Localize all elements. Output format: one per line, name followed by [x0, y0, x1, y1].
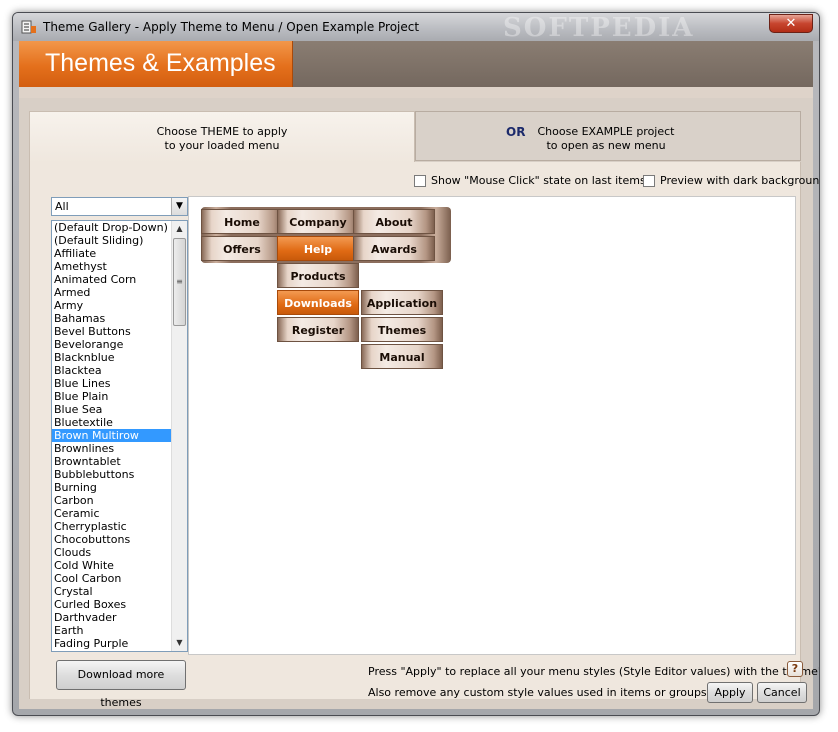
theme-list-item[interactable]: Ceramic — [52, 507, 172, 520]
theme-list-item[interactable]: Bluetextile — [52, 416, 172, 429]
theme-list-item[interactable]: Crystal — [52, 585, 172, 598]
choose-example-line2: to open as new menu — [546, 139, 666, 152]
theme-list-item[interactable]: Armed — [52, 286, 172, 299]
choose-theme-line1: Choose THEME to apply — [156, 125, 288, 138]
theme-list-item[interactable]: Amethyst — [52, 260, 172, 273]
menu-item-manual[interactable]: Manual — [361, 344, 443, 369]
menu-item-application[interactable]: Application — [361, 290, 443, 315]
theme-list-item[interactable]: Carbon — [52, 494, 172, 507]
close-button[interactable]: ✕ — [769, 14, 813, 33]
choose-theme-line2: to your loaded menu — [164, 139, 280, 152]
theme-list-item[interactable]: Animated Corn — [52, 273, 172, 286]
tab-choose-example[interactable]: OR Choose EXAMPLE project to open as new… — [415, 111, 801, 161]
theme-list-item[interactable]: Bahamas — [52, 312, 172, 325]
menu-item-help[interactable]: Help — [277, 236, 359, 261]
theme-list-item[interactable]: Brownlines — [52, 442, 172, 455]
theme-list[interactable]: (Default Drop-Down) (Default Sliding) Affi… — [51, 220, 188, 652]
theme-list-item[interactable]: Bevel Buttons — [52, 325, 172, 338]
remove-custom-styles-label: Also remove any custom style values used… — [368, 686, 711, 699]
page-title: Themes & Examples — [45, 49, 276, 77]
theme-list-item[interactable]: Affiliate — [52, 247, 172, 260]
dark-bg-checkbox[interactable] — [643, 174, 655, 187]
menu-item-home[interactable]: Home — [201, 209, 283, 234]
menu-item-offers[interactable]: Offers — [201, 236, 283, 261]
scroll-thumb[interactable]: ≡ — [173, 238, 186, 326]
header-banner: Themes & Examples — [19, 41, 813, 98]
theme-list-item[interactable]: Blue Sea — [52, 403, 172, 416]
app-icon — [21, 20, 36, 34]
scroll-up-icon[interactable]: ▲ — [172, 221, 187, 237]
help-icon[interactable]: ? — [787, 661, 803, 677]
theme-list-item[interactable]: Clouds — [52, 546, 172, 559]
theme-list-item[interactable]: Brown Multirow — [52, 429, 172, 442]
menu-item-awards[interactable]: Awards — [353, 236, 435, 261]
mouse-click-label: Show "Mouse Click" state on last items — [431, 174, 646, 187]
cancel-button[interactable]: Cancel — [757, 682, 807, 703]
dark-bg-option[interactable]: Preview with dark background — [643, 174, 820, 187]
theme-list-item[interactable]: (Default Drop-Down) — [52, 221, 172, 234]
theme-list-item[interactable]: Blue Lines — [52, 377, 172, 390]
theme-list-item[interactable]: Cool Carbon — [52, 572, 172, 585]
theme-list-item[interactable]: Blue Plain — [52, 390, 172, 403]
theme-list-item[interactable]: (Default Sliding) — [52, 234, 172, 247]
menu-item-about[interactable]: About — [353, 209, 435, 234]
chevron-down-icon[interactable]: ▼ — [171, 198, 187, 215]
client-area: Themes & Examples Choose THEME to apply … — [19, 41, 819, 709]
theme-filter-select[interactable]: All ▼ — [51, 197, 188, 216]
menu-item-themes[interactable]: Themes — [361, 317, 443, 342]
window-title: Theme Gallery - Apply Theme to Menu / Op… — [43, 20, 420, 34]
title-bar[interactable]: Theme Gallery - Apply Theme to Menu / Op… — [13, 13, 819, 43]
theme-list-item[interactable]: Burning — [52, 481, 172, 494]
menu-item-products[interactable]: Products — [277, 263, 359, 288]
theme-list-item[interactable]: Cold White — [52, 559, 172, 572]
apply-button[interactable]: Apply — [707, 682, 753, 703]
menu-item-downloads[interactable]: Downloads — [277, 290, 359, 315]
theme-list-item[interactable]: Cherryplastic — [52, 520, 172, 533]
remove-custom-styles-option: Also remove any custom style values used… — [368, 686, 729, 699]
theme-list-item[interactable]: Blacknblue — [52, 351, 172, 364]
theme-list-item[interactable]: Fading Purple — [52, 637, 172, 650]
filter-value: All — [55, 200, 69, 213]
menu-preview: Home Company About Offers Help Awards Pr… — [188, 196, 796, 655]
theme-list-item[interactable]: Darthvader — [52, 611, 172, 624]
softpedia-watermark: SOFTPEDIA — [503, 13, 695, 43]
scroll-down-icon[interactable]: ▼ — [172, 635, 187, 651]
theme-list-item[interactable]: Bevelorange — [52, 338, 172, 351]
menu-item-register[interactable]: Register — [277, 317, 359, 342]
theme-gallery-window: Theme Gallery - Apply Theme to Menu / Op… — [12, 12, 820, 716]
mouse-click-option[interactable]: Show "Mouse Click" state on last items — [414, 174, 646, 187]
theme-panel: Show "Mouse Click" state on last items P… — [29, 162, 819, 709]
apply-note: Press "Apply" to replace all your menu s… — [368, 665, 820, 678]
theme-list-item[interactable]: Chocobuttons — [52, 533, 172, 546]
theme-list-item[interactable]: Bubblebuttons — [52, 468, 172, 481]
mouse-click-checkbox[interactable] — [414, 174, 426, 187]
choose-example-text: Choose EXAMPLE project to open as new me… — [526, 125, 686, 153]
header-tab: Themes & Examples — [19, 41, 293, 87]
theme-list-item[interactable]: Army — [52, 299, 172, 312]
theme-list-items: (Default Drop-Down) (Default Sliding) Affi… — [52, 221, 172, 650]
tab-choose-theme[interactable]: Choose THEME to apply to your loaded men… — [29, 111, 415, 163]
choose-example-line1: Choose EXAMPLE project — [537, 125, 675, 138]
header-strip — [19, 87, 813, 98]
or-label: OR — [506, 125, 526, 139]
theme-list-scrollbar[interactable]: ▲ ≡ ▼ — [171, 221, 187, 651]
download-more-themes-button[interactable]: Download more themes — [56, 660, 186, 709]
theme-list-item[interactable]: Earth — [52, 624, 172, 637]
theme-list-item[interactable]: Curled Boxes — [52, 598, 172, 611]
theme-list-item[interactable]: Browntablet — [52, 455, 172, 468]
theme-list-item[interactable]: Blacktea — [52, 364, 172, 377]
dark-bg-label: Preview with dark background — [660, 174, 820, 187]
menu-item-company[interactable]: Company — [277, 209, 359, 234]
